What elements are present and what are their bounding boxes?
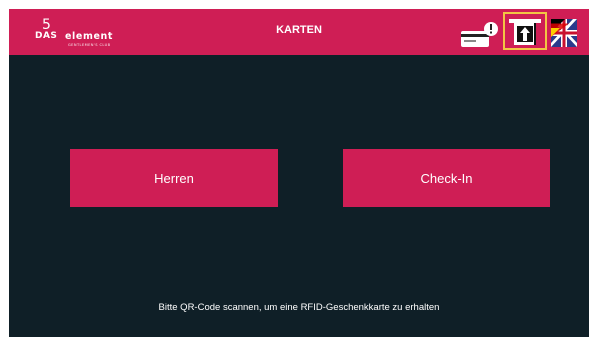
logo-tagline: GENTLEMEN'S CLUB: [68, 43, 111, 47]
kiosk-screen: 5 DAS element GENTLEMEN'S CLUB KARTEN He…: [9, 9, 589, 337]
qr-scan-hint: Bitte QR-Code scannen, um eine RFID-Gesc…: [158, 302, 440, 313]
language-flag-icon[interactable]: [551, 19, 577, 47]
card-insert-button[interactable]: [503, 12, 547, 50]
card-insert-icon: [509, 19, 541, 45]
card-warning-icon[interactable]: [460, 21, 500, 49]
page-title: KARTEN: [276, 24, 322, 36]
check-in-button[interactable]: Check-In: [343, 149, 550, 207]
header-bar: 5 DAS element GENTLEMEN'S CLUB KARTEN: [9, 9, 589, 55]
herren-button[interactable]: Herren: [70, 149, 278, 207]
